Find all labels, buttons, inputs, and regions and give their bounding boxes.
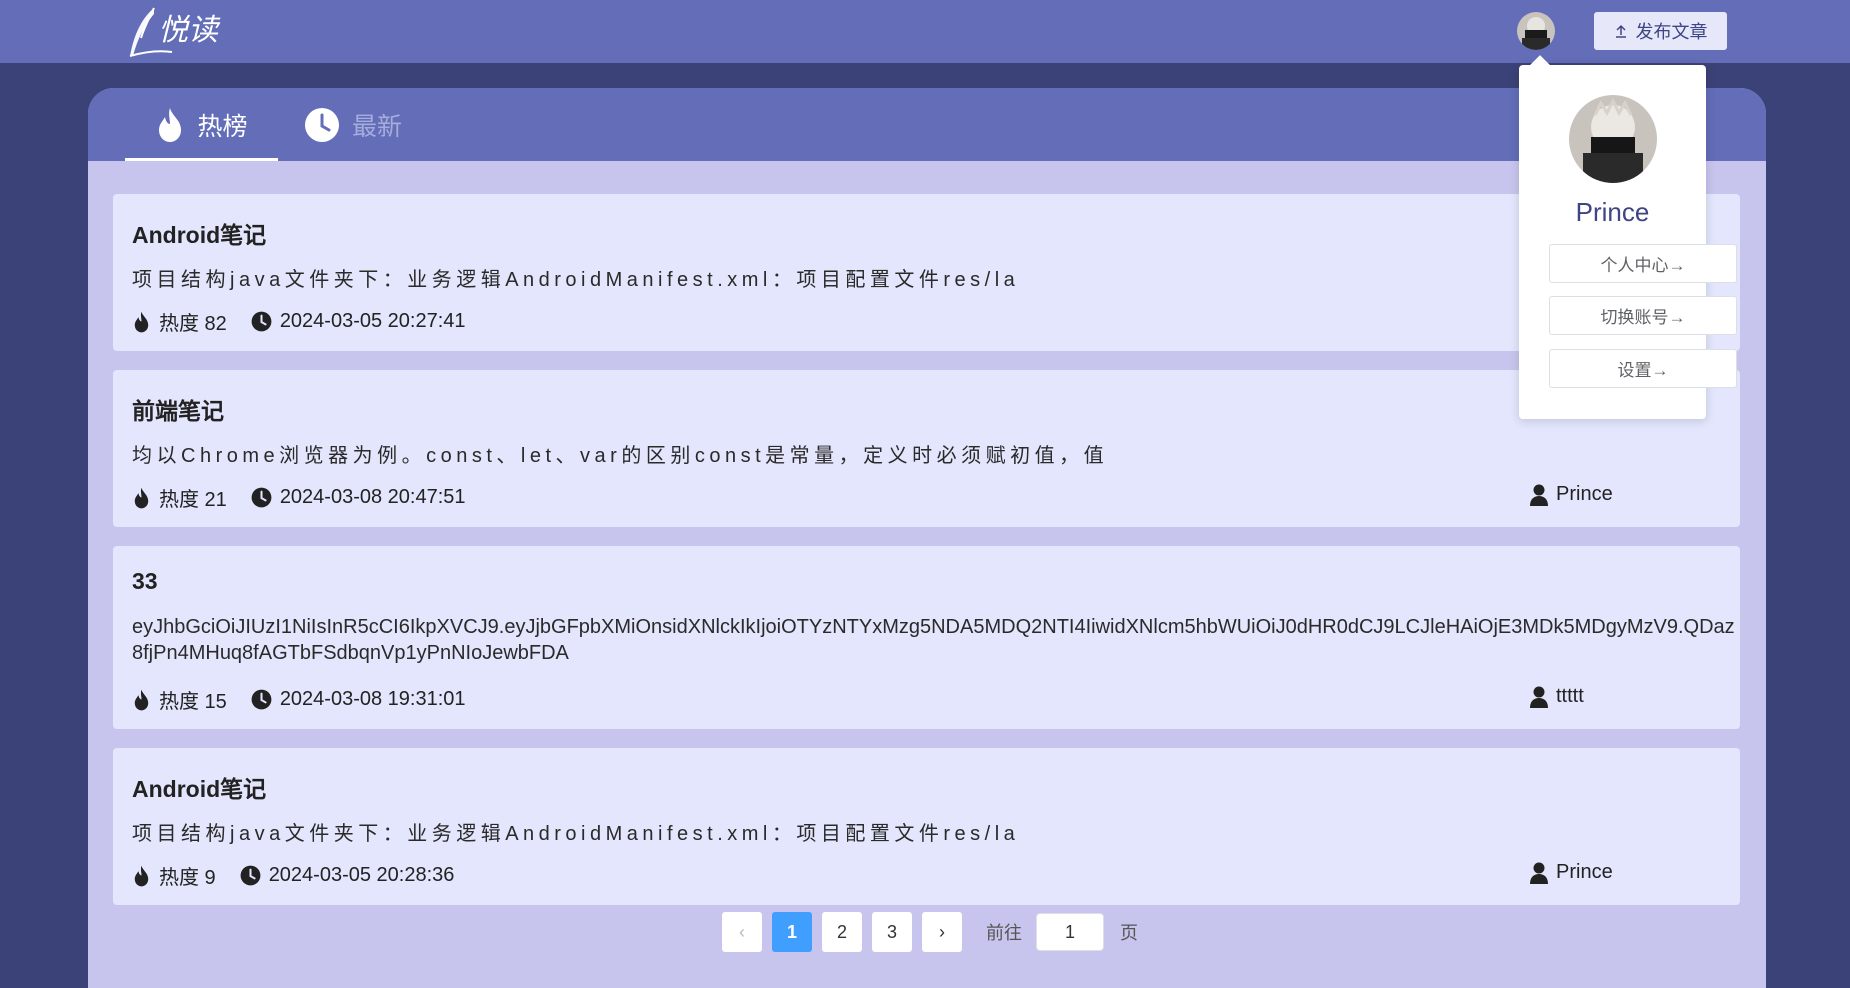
article-title[interactable]: Android笔记 [132, 216, 266, 250]
publish-article-button[interactable]: 发布文章 [1594, 12, 1727, 50]
article-meta: 热度 21 2024-03-08 20:47:51 [132, 483, 490, 512]
heat-count: 热度 15 [159, 691, 227, 713]
tab-latest-label: 最新 [352, 112, 403, 141]
author-name: ttttt [1556, 685, 1584, 707]
heat-count: 热度 9 [159, 867, 216, 889]
fire-icon [134, 311, 149, 332]
pagination: ‹ 1 2 3 › 前往 页 [722, 912, 1138, 952]
article-meta: 热度 82 2024-03-05 20:27:41 [132, 307, 490, 336]
article-card[interactable]: 33 eyJhbGciOiJIUzI1NiIsInR5cCI6IkpXVCJ9.… [113, 546, 1740, 729]
clock-icon [251, 689, 272, 710]
clock-icon [251, 487, 272, 508]
article-summary: eyJhbGciOiJIUzI1NiIsInR5cCI6IkpXVCJ9.eyJ… [132, 616, 1735, 664]
logo[interactable]: 悦读 [124, 4, 236, 60]
author-name: Prince [1556, 483, 1613, 505]
page-suffix: 页 [1120, 923, 1138, 943]
article-title[interactable]: Android笔记 [132, 770, 266, 804]
dropdown-avatar [1569, 95, 1657, 183]
user-avatar[interactable] [1517, 12, 1555, 50]
heat-count: 热度 21 [159, 489, 227, 511]
clock-icon [251, 311, 272, 332]
publish-date: 2024-03-05 20:28:36 [268, 864, 455, 886]
page-button-2[interactable]: 2 [822, 912, 862, 952]
article-summary: 项目结构java文件夹下：业务逻辑AndroidManifest.xml：项目配… [132, 269, 1020, 291]
svg-text:悦读: 悦读 [158, 13, 221, 48]
article-summary: 项目结构java文件夹下：业务逻辑AndroidManifest.xml：项目配… [132, 823, 1020, 845]
settings-button[interactable]: 设置→ [1549, 349, 1737, 388]
user-icon [1530, 862, 1548, 884]
next-page-button[interactable]: › [922, 912, 962, 952]
fire-icon [159, 107, 182, 142]
author-name: Prince [1556, 861, 1613, 883]
upload-icon [1615, 24, 1626, 38]
fire-icon [134, 487, 149, 508]
heat-count: 热度 82 [159, 313, 227, 335]
article-card[interactable]: 前端笔记 均以Chrome浏览器为例。const、let、var的区别const… [113, 370, 1740, 527]
profile-center-button[interactable]: 个人中心→ [1549, 244, 1737, 283]
goto-page-input[interactable] [1036, 913, 1104, 951]
dropdown-username: Prince [1575, 197, 1650, 227]
article-title[interactable]: 33 [132, 568, 158, 595]
publish-date: 2024-03-05 20:27:41 [279, 310, 466, 332]
article-title[interactable]: 前端笔记 [132, 392, 224, 426]
tab-hot-label: 热榜 [197, 112, 248, 141]
publish-label: 发布文章 [1635, 22, 1708, 42]
article-card[interactable]: Android笔记 项目结构java文件夹下：业务逻辑AndroidManife… [113, 748, 1740, 905]
tab-latest[interactable]: 最新 [304, 88, 402, 161]
article-meta: 热度 9 2024-03-05 20:28:36 [132, 861, 478, 890]
main-panel: 热榜 最新 Android笔记 项目结构java文件夹下：业务逻辑Android… [88, 88, 1766, 988]
article-author[interactable]: Prince [1530, 483, 1613, 506]
article-summary: 均以Chrome浏览器为例。const、let、var的区别const是常量，定… [132, 445, 1109, 467]
article-meta: 热度 15 2024-03-08 19:31:01 [132, 685, 490, 714]
switch-account-button[interactable]: 切换账号→ [1549, 296, 1737, 335]
prev-page-button[interactable]: ‹ [722, 912, 762, 952]
tab-hot[interactable]: 热榜 [125, 88, 278, 161]
page-button-3[interactable]: 3 [872, 912, 912, 952]
user-dropdown: Prince 个人中心→ 切换账号→ 设置→ [1519, 65, 1737, 419]
clock-icon [305, 107, 339, 142]
user-icon [1530, 484, 1548, 506]
fire-icon [134, 689, 149, 710]
publish-date: 2024-03-08 19:31:01 [279, 688, 466, 710]
top-bar: 悦读 发布文章 [0, 0, 1850, 63]
article-card[interactable]: Android笔记 项目结构java文件夹下：业务逻辑AndroidManife… [113, 194, 1740, 351]
publish-date: 2024-03-08 20:47:51 [279, 486, 466, 508]
tab-bar: 热榜 最新 [88, 88, 1766, 161]
page-button-1[interactable]: 1 [772, 912, 812, 952]
user-icon [1530, 686, 1548, 708]
article-author[interactable]: ttttt [1530, 685, 1584, 708]
goto-label: 前往 [986, 923, 1022, 943]
fire-icon [134, 865, 149, 886]
article-author[interactable]: Prince [1530, 861, 1613, 884]
clock-icon [240, 865, 261, 886]
